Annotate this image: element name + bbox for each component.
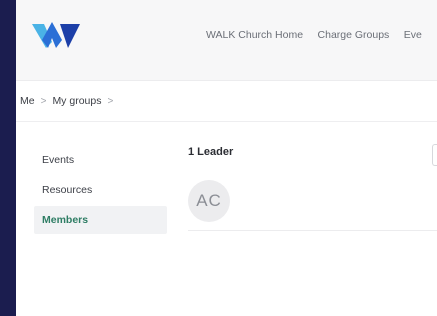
sidebar: Events Resources Members: [34, 146, 167, 236]
breadcrumb-bar: Me > My groups >: [16, 81, 437, 122]
divider: [188, 230, 437, 231]
main-nav: WALK Church Home Charge Groups Eve: [206, 25, 432, 43]
action-button[interactable]: [432, 144, 437, 166]
breadcrumb-me[interactable]: Me: [20, 95, 35, 107]
sidebar-item-resources[interactable]: Resources: [34, 176, 167, 204]
nav-item-charge-groups[interactable]: Charge Groups: [318, 29, 390, 41]
top-navigation-bar: WALK Church Home Charge Groups Eve: [16, 0, 437, 81]
section-title: 1 Leader: [188, 146, 234, 158]
nav-item-walk-church-home[interactable]: WALK Church Home: [206, 29, 303, 41]
breadcrumb-separator: >: [40, 96, 47, 107]
app-window: WALK Church Home Charge Groups Eve Me > My…: [16, 0, 437, 316]
walk-church-logo[interactable]: [32, 20, 80, 50]
breadcrumb-separator: >: [107, 96, 114, 107]
avatar[interactable]: AC: [188, 180, 230, 222]
sidebar-item-events[interactable]: Events: [34, 146, 167, 174]
breadcrumb: Me > My groups >: [20, 95, 119, 107]
members-panel: 1 Leader AC: [188, 140, 437, 231]
breadcrumb-my-groups[interactable]: My groups: [52, 95, 101, 107]
sidebar-item-members[interactable]: Members: [34, 206, 167, 234]
nav-item-events[interactable]: Eve: [404, 29, 422, 41]
